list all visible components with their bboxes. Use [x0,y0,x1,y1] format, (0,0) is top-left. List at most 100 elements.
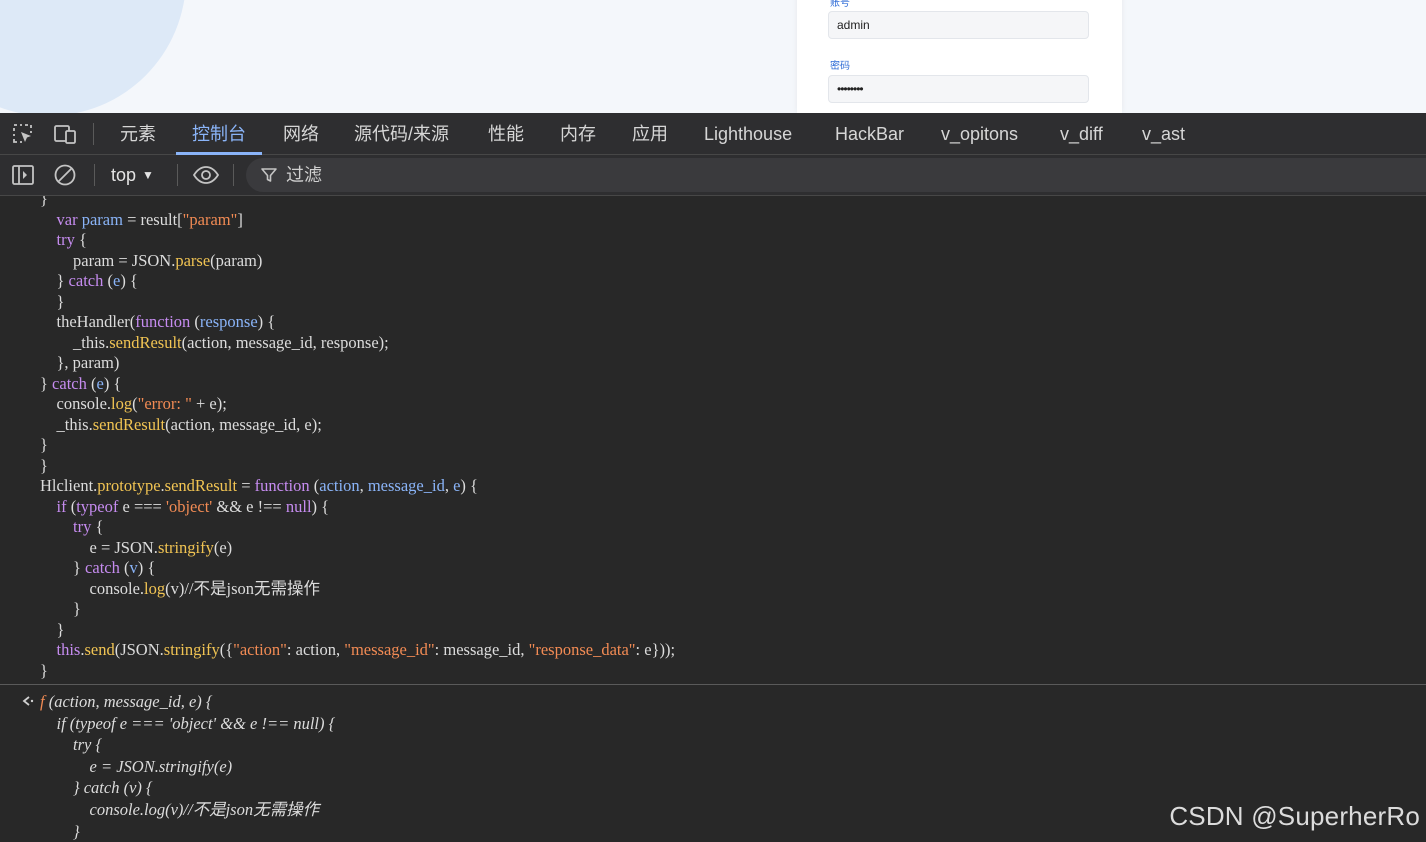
filter-icon [261,168,277,182]
code-line: e = JSON.stringify(e) [40,756,335,778]
code-token: : e})); [635,640,676,659]
code-token: } [40,821,80,841]
code-token: sendResult [92,414,166,434]
code-line: } [40,620,675,641]
code-token: } [40,373,53,393]
code-token: e = JSON.stringify(e) [40,756,233,776]
code-token: "action" [233,640,287,659]
code-token: "param" [182,209,238,229]
context-selector[interactable]: top ▼ [111,155,154,195]
code-line: } catch (v) { [40,558,675,579]
code-line: e = JSON.stringify(e) [40,538,675,559]
tab-memory[interactable]: 内存 [560,113,596,154]
code-line: _this.sendResult(action, message_id, e); [40,415,675,436]
code-token: ( [190,312,200,331]
code-token: , [359,476,368,495]
code-token: _this. [40,414,93,434]
code-line: } [40,456,675,477]
code-token: prototype [97,476,161,495]
code-token: e === [118,496,166,516]
device-toolbar-icon[interactable] [53,122,77,146]
code-token: = result[ [122,209,183,229]
tab-separator [93,123,94,145]
code-token: : action, [286,640,345,659]
code-token: v [129,558,138,577]
code-token: ) { [137,558,156,577]
tab-lighthouse[interactable]: Lighthouse [704,113,792,154]
code-token: "error: " [137,394,192,413]
code-token: } [40,435,48,454]
tab-v-diff[interactable]: v_diff [1060,113,1103,154]
code-token: "response_data" [528,640,636,659]
toolbar-separator [177,164,178,186]
code-token: (param) [210,250,263,270]
devtools-tab-bar: 元素 控制台 网络 源代码/来源 性能 内存 应用 Lighthouse Hac… [0,113,1426,155]
clear-console-icon[interactable] [53,163,77,187]
password-field[interactable]: •••••••• [828,75,1089,103]
code-line: }, param) [40,353,675,374]
password-label: 密码 [830,61,850,72]
code-line: } [40,292,675,313]
code-token: stringify [157,537,214,557]
code-token: ] [237,209,243,229]
return-value-arrow-icon [22,696,34,706]
return-value-listing: f (action, message_id, e) { if (typeof e… [40,691,335,842]
code-token: log [144,578,166,598]
code-token: typeof [76,496,119,516]
code-token: try { [40,735,103,755]
code-token: } [40,196,48,208]
code-listing: } var param = result["param"] try { para… [40,196,675,681]
code-token: this [56,640,81,659]
code-token: = [237,476,255,495]
code-token: function [135,312,191,331]
code-line: } [40,821,335,842]
code-token: } [40,660,48,680]
inspect-element-icon[interactable] [11,122,35,146]
code-token: { [91,517,104,536]
code-line: } [40,661,675,682]
code-token: var [56,209,78,229]
code-token: "message_id" [344,640,435,659]
code-token: e = JSON. [40,537,158,557]
code-token: { [74,230,87,249]
background-decoration [0,0,186,113]
tab-sources[interactable]: 源代码/来源 [354,113,449,154]
username-field[interactable]: admin [828,11,1089,39]
sidebar-toggle-icon[interactable] [11,163,35,187]
code-token: theHandler( [40,312,136,331]
tab-v-ast[interactable]: v_ast [1142,113,1185,154]
code-token: } [40,291,65,311]
tab-console[interactable]: 控制台 [176,113,262,155]
code-token: console.log(v)//不是json无需操作 [40,799,320,819]
eye-icon[interactable] [192,163,220,187]
code-token: log [111,394,133,413]
tab-v-opitons[interactable]: v_opitons [941,113,1018,154]
context-value: top [111,165,137,185]
code-token: catch [52,373,87,393]
tab-application[interactable]: 应用 [632,113,668,154]
code-token: ({ [219,640,234,659]
tab-elements[interactable]: 元素 [120,113,156,154]
code-token: ) { [120,271,138,290]
code-token: (action, message_id, response); [181,332,389,352]
code-line: } [40,196,675,210]
tab-hackbar[interactable]: HackBar [835,113,904,154]
code-token: (e) [213,537,233,557]
code-token: response [199,312,258,331]
tab-performance[interactable]: 性能 [488,113,524,154]
code-token: ) { [103,373,122,393]
code-token: ( [309,476,320,495]
code-line: } catch (e) { [40,374,675,395]
code-line: console.log(v)//不是json无需操作 [40,799,335,821]
code-token: ) { [460,476,478,495]
login-page: 账号 admin 密码 •••••••• [0,0,1426,113]
filter-input[interactable]: 过滤 [246,158,1426,192]
code-token: 'object' [166,496,213,516]
tab-network[interactable]: 网络 [283,113,319,154]
code-line: if (typeof e === 'object' && e !== null)… [40,497,675,518]
code-token: (JSON. [114,640,164,659]
code-token: } catch (v) { [40,778,153,798]
chevron-down-icon: ▼ [142,168,154,182]
